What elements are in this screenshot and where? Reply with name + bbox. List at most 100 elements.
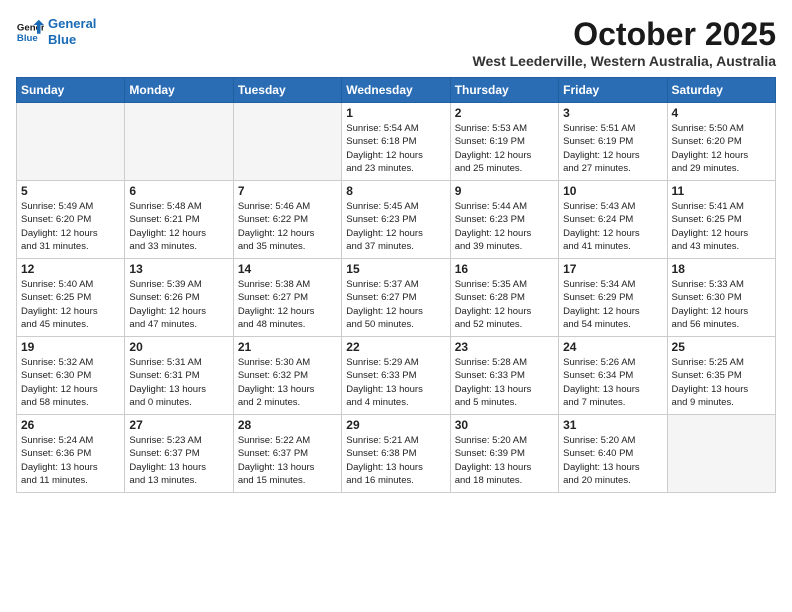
day-info-line: Sunset: 6:19 PM	[563, 136, 633, 147]
day-info: Sunrise: 5:26 AMSunset: 6:34 PMDaylight:…	[563, 356, 662, 409]
day-info-line: and 23 minutes.	[346, 163, 414, 174]
day-number: 3	[563, 106, 662, 120]
day-info-line: Sunrise: 5:44 AM	[455, 201, 527, 212]
day-info-line: Sunrise: 5:43 AM	[563, 201, 635, 212]
day-number: 17	[563, 262, 662, 276]
day-info-line: Daylight: 13 hours	[21, 462, 98, 473]
day-number: 30	[455, 418, 554, 432]
day-info-line: Daylight: 13 hours	[563, 462, 640, 473]
day-info-line: Daylight: 13 hours	[238, 462, 315, 473]
calendar-cell	[233, 103, 341, 181]
day-info-line: Daylight: 12 hours	[563, 150, 640, 161]
day-info-line: Daylight: 13 hours	[129, 462, 206, 473]
calendar-cell: 10Sunrise: 5:43 AMSunset: 6:24 PMDayligh…	[559, 181, 667, 259]
calendar-cell: 2Sunrise: 5:53 AMSunset: 6:19 PMDaylight…	[450, 103, 558, 181]
month-title: October 2025	[473, 16, 776, 53]
day-info-line: Daylight: 12 hours	[672, 306, 749, 317]
day-info-line: Sunset: 6:37 PM	[238, 448, 308, 459]
calendar-cell: 17 Sunrise: 5:34 AMSunset: 6:29 PMDayligh…	[559, 259, 667, 337]
day-info-line: Sunset: 6:31 PM	[129, 370, 199, 381]
day-info-line: Sunrise: 5:49 AM	[21, 201, 93, 212]
day-number: 22	[346, 340, 445, 354]
calendar-cell: 22Sunrise: 5:29 AMSunset: 6:33 PMDayligh…	[342, 337, 450, 415]
day-info-line: and 5 minutes.	[455, 397, 517, 408]
day-info-line: Sunrise: 5:33 AM	[672, 279, 744, 290]
day-info-line: Daylight: 12 hours	[129, 306, 206, 317]
day-info-line: Sunrise: 5:37 AM	[346, 279, 418, 290]
day-info-line: Daylight: 12 hours	[563, 228, 640, 239]
weekday-header-thursday: Thursday	[450, 78, 558, 103]
day-info-line: Daylight: 12 hours	[455, 228, 532, 239]
day-info-line: Daylight: 12 hours	[346, 306, 423, 317]
week-row-2: 5 Sunrise: 5:49 AMSunset: 6:20 PMDaylight…	[17, 181, 776, 259]
calendar-cell: 15Sunrise: 5:37 AMSunset: 6:27 PMDayligh…	[342, 259, 450, 337]
day-number: 5	[21, 184, 120, 198]
day-info: Sunrise: 5:41 AM Sunset: 6:25 PM Daylight:…	[672, 200, 771, 253]
calendar-cell: 26Sunrise: 5:24 AMSunset: 6:36 PMDayligh…	[17, 415, 125, 493]
day-info-line: Daylight: 13 hours	[672, 384, 749, 395]
calendar-cell: 4Sunrise: 5:50 AMSunset: 6:20 PMDaylight…	[667, 103, 775, 181]
day-number: 7	[238, 184, 337, 198]
day-info-line: Daylight: 13 hours	[563, 384, 640, 395]
day-info: Sunrise: 5:20 AMSunset: 6:39 PMDaylight:…	[455, 434, 554, 487]
day-number: 12	[21, 262, 120, 276]
day-info-line: and 50 minutes.	[346, 319, 414, 330]
day-info-line: Daylight: 12 hours	[672, 228, 749, 239]
weekday-header-tuesday: Tuesday	[233, 78, 341, 103]
day-info-line: and 16 minutes.	[346, 475, 414, 486]
day-info-line: Sunrise: 5:40 AM	[21, 279, 93, 290]
day-info-line: Sunrise: 5:24 AM	[21, 435, 93, 446]
day-info-line: and 54 minutes.	[563, 319, 631, 330]
calendar-table: SundayMondayTuesdayWednesdayThursdayFrid…	[16, 77, 776, 493]
calendar-cell: 20Sunrise: 5:31 AMSunset: 6:31 PMDayligh…	[125, 337, 233, 415]
day-info-line: and 39 minutes.	[455, 241, 523, 252]
day-info-line: Sunset: 6:38 PM	[346, 448, 416, 459]
day-number: 6	[129, 184, 228, 198]
day-info-line: Sunset: 6:22 PM	[238, 214, 308, 225]
calendar-cell: 8 Sunrise: 5:45 AMSunset: 6:23 PMDaylight…	[342, 181, 450, 259]
day-info-line: and 18 minutes.	[455, 475, 523, 486]
day-info-line: Sunset: 6:33 PM	[455, 370, 525, 381]
day-number: 23	[455, 340, 554, 354]
day-number: 8	[346, 184, 445, 198]
calendar-cell: 23Sunrise: 5:28 AMSunset: 6:33 PMDayligh…	[450, 337, 558, 415]
day-info-line: and 25 minutes.	[455, 163, 523, 174]
day-info-line: and 47 minutes.	[129, 319, 197, 330]
weekday-header-sunday: Sunday	[17, 78, 125, 103]
day-info: Sunrise: 5:40 AMSunset: 6:25 PMDaylight:…	[21, 278, 120, 331]
day-number: 11	[672, 184, 771, 198]
day-info: Sunrise: 5:49 AMSunset: 6:20 PMDaylight:…	[21, 200, 120, 253]
day-number: 9	[455, 184, 554, 198]
day-info: Sunrise: 5:44 AMSunset: 6:23 PMDaylight:…	[455, 200, 554, 253]
weekday-header-monday: Monday	[125, 78, 233, 103]
day-info-line: Sunset: 6:37 PM	[129, 448, 199, 459]
day-info-line: Sunrise: 5:34 AM	[563, 279, 635, 290]
calendar-cell: 9 Sunrise: 5:44 AMSunset: 6:23 PMDaylight…	[450, 181, 558, 259]
day-info-line: and 13 minutes.	[129, 475, 197, 486]
day-number: 19	[21, 340, 120, 354]
day-info-line: Sunset: 6:34 PM	[563, 370, 633, 381]
day-info-line: Daylight: 13 hours	[346, 462, 423, 473]
day-info-line: and 20 minutes.	[563, 475, 631, 486]
calendar-cell: 25Sunrise: 5:25 AMSunset: 6:35 PMDayligh…	[667, 337, 775, 415]
day-info: Sunrise: 5:53 AMSunset: 6:19 PMDaylight:…	[455, 122, 554, 175]
day-info: Sunrise: 5:34 AMSunset: 6:29 PMDaylight:…	[563, 278, 662, 331]
calendar-header-row: SundayMondayTuesdayWednesdayThursdayFrid…	[17, 78, 776, 103]
day-info-line: Sunrise: 5:41 AM	[672, 201, 744, 212]
day-info-line: Sunrise: 5:22 AM	[238, 435, 310, 446]
day-info: Sunrise: 5:25 AMSunset: 6:35 PMDaylight:…	[672, 356, 771, 409]
day-info: Sunrise: 5:45 AMSunset: 6:23 PMDaylight:…	[346, 200, 445, 253]
week-row-3: 12 Sunrise: 5:40 AMSunset: 6:25 PMDayligh…	[17, 259, 776, 337]
day-info-line: and 48 minutes.	[238, 319, 306, 330]
day-info-line: Sunrise: 5:20 AM	[563, 435, 635, 446]
svg-text:Blue: Blue	[17, 32, 38, 43]
day-info-line: Daylight: 12 hours	[129, 228, 206, 239]
day-info-line: Sunset: 6:23 PM	[346, 214, 416, 225]
day-number: 15	[346, 262, 445, 276]
calendar-cell: 29Sunrise: 5:21 AMSunset: 6:38 PMDayligh…	[342, 415, 450, 493]
day-info-line: Sunset: 6:25 PM	[672, 214, 742, 225]
day-info-line: Sunrise: 5:46 AM	[238, 201, 310, 212]
day-info-line: Daylight: 12 hours	[238, 228, 315, 239]
calendar-cell: 11 Sunrise: 5:41 AM Sunset: 6:25 PM Dayligh…	[667, 181, 775, 259]
day-info-line: Daylight: 12 hours	[455, 150, 532, 161]
